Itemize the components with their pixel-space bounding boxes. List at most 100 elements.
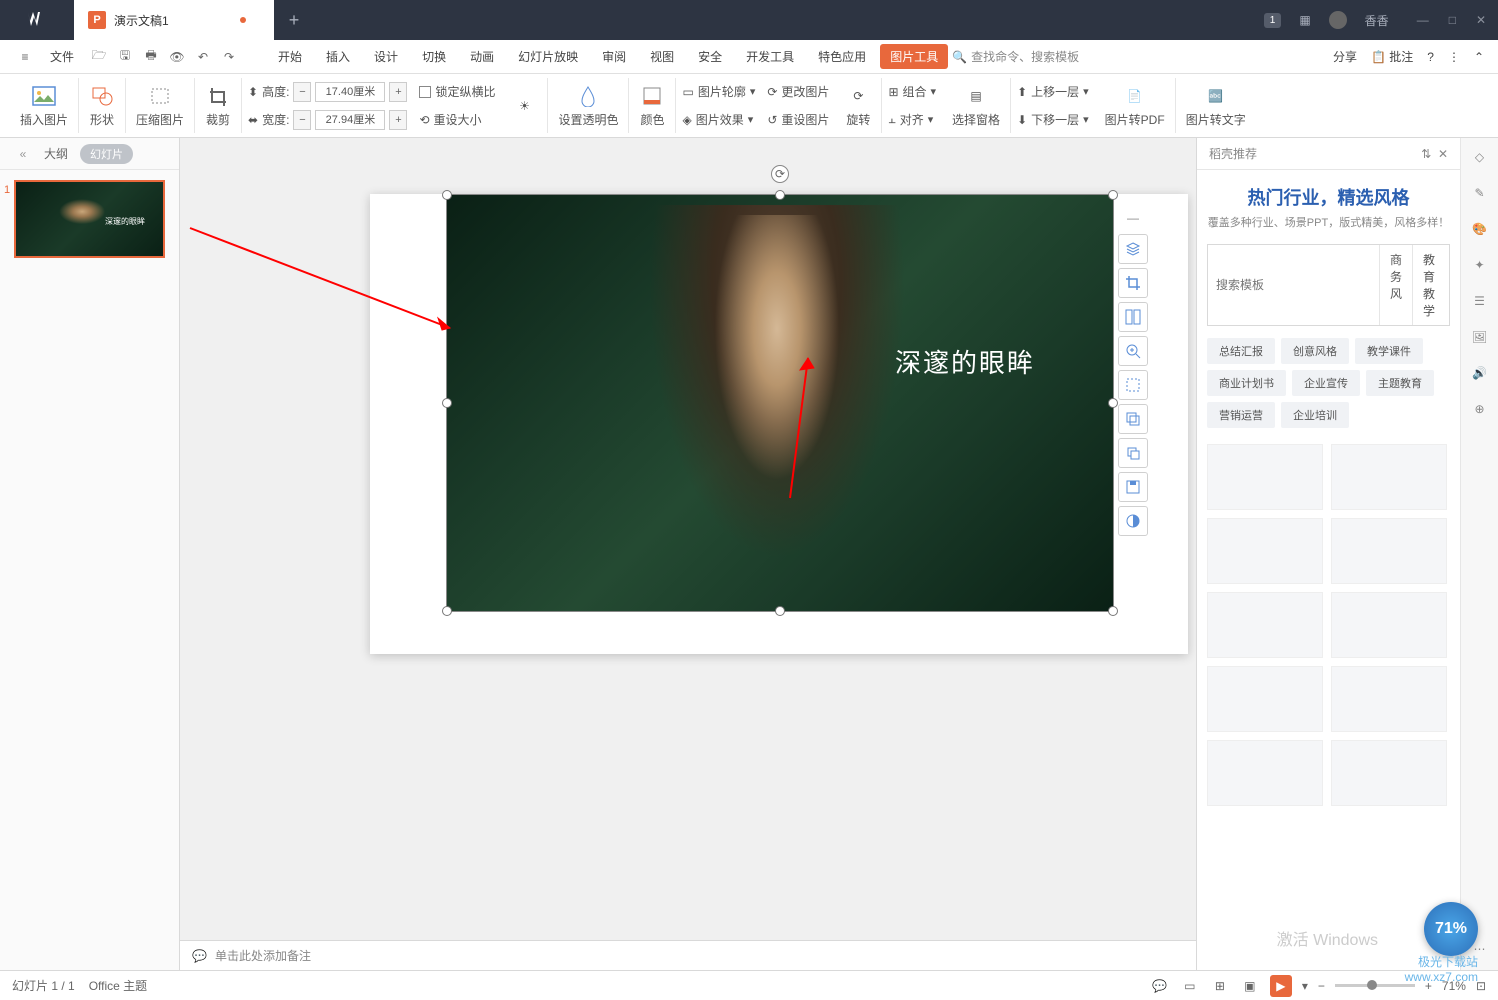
play-dropdown[interactable]: ▾ <box>1302 979 1308 993</box>
template-item[interactable] <box>1331 592 1447 658</box>
reset-picture[interactable]: ↺重设图片 <box>767 108 829 132</box>
panel-title[interactable]: 稻壳推荐 <box>1209 145 1257 162</box>
help-button[interactable]: ? <box>1427 50 1434 64</box>
undo-icon[interactable]: ↶ <box>192 46 214 68</box>
menu-file[interactable]: 文件 <box>40 44 84 69</box>
bring-forward[interactable]: ⬆上移一层 ▾ <box>1017 80 1089 104</box>
tag-4[interactable]: 企业宣传 <box>1292 370 1360 396</box>
print-icon[interactable]: 🖶 <box>140 46 162 68</box>
width-input[interactable]: 27.94厘米 <box>315 110 385 130</box>
close-button[interactable]: ✕ <box>1476 13 1486 27</box>
group-compress[interactable]: 压缩图片 <box>126 78 195 133</box>
float-zoom[interactable] <box>1118 336 1148 366</box>
notes-toggle[interactable]: 💬 <box>1150 976 1170 996</box>
menu-animation[interactable]: 动画 <box>460 44 504 69</box>
document-tab[interactable]: P 演示文稿1 <box>74 0 274 40</box>
tag-5[interactable]: 主题教育 <box>1366 370 1434 396</box>
resize-handle-bl[interactable] <box>442 606 452 616</box>
print-preview-icon[interactable]: 👁 <box>166 46 188 68</box>
resize-handle-tc[interactable] <box>775 190 785 200</box>
group-crop[interactable]: 裁剪 <box>195 78 242 133</box>
template-item[interactable] <box>1331 666 1447 732</box>
slideshow-button[interactable]: ▶ <box>1270 975 1292 997</box>
ribbon-options-icon[interactable]: ⋮ <box>1448 50 1460 64</box>
side-new[interactable]: ◇ <box>1469 146 1491 168</box>
width-decrease[interactable]: − <box>293 110 311 130</box>
save-icon[interactable]: 🖫 <box>114 46 136 68</box>
width-increase[interactable]: + <box>389 110 407 130</box>
resize-handle-mr[interactable] <box>1108 398 1118 408</box>
menu-view[interactable]: 视图 <box>640 44 684 69</box>
change-picture[interactable]: ⟳更改图片 <box>767 80 829 104</box>
height-input[interactable]: 17.40厘米 <box>315 82 385 102</box>
tag-1[interactable]: 创意风格 <box>1281 338 1349 364</box>
group-transparency[interactable]: 设置透明色 <box>548 78 629 133</box>
hamburger-icon[interactable]: ≡ <box>14 46 36 68</box>
normal-view[interactable]: ▭ <box>1180 976 1200 996</box>
template-item[interactable] <box>1207 666 1323 732</box>
lock-ratio[interactable]: 锁定纵横比 <box>419 80 495 104</box>
group-brightness[interactable]: ☀ <box>501 78 548 133</box>
float-save[interactable] <box>1118 472 1148 502</box>
float-collapse[interactable]: — <box>1118 206 1148 230</box>
zoom-slider[interactable] <box>1335 984 1415 987</box>
group-selection-pane[interactable]: ▤ 选择窗格 <box>942 78 1011 133</box>
side-image[interactable]: 🖼 <box>1469 326 1491 348</box>
redo-icon[interactable]: ↷ <box>218 46 240 68</box>
tag-6[interactable]: 营销运营 <box>1207 402 1275 428</box>
menu-devtools[interactable]: 开发工具 <box>736 44 804 69</box>
collapse-ribbon-icon[interactable]: ⌃ <box>1474 50 1484 64</box>
picture-effect[interactable]: ◈图片效果 ▾ <box>682 108 755 132</box>
template-item[interactable] <box>1207 518 1323 584</box>
group-btn[interactable]: ⊞组合 ▾ <box>888 80 936 104</box>
side-animation[interactable]: ✦ <box>1469 254 1491 276</box>
slides-tab[interactable]: 幻灯片 <box>80 144 133 164</box>
side-style[interactable]: ✎ <box>1469 182 1491 204</box>
resize-handle-ml[interactable] <box>442 398 452 408</box>
height-increase[interactable]: + <box>389 82 407 102</box>
collapse-panel-icon[interactable]: « <box>14 147 32 161</box>
reading-view[interactable]: ▣ <box>1240 976 1260 996</box>
resize-handle-br[interactable] <box>1108 606 1118 616</box>
template-search-input[interactable] <box>1208 245 1379 325</box>
maximize-button[interactable]: □ <box>1449 13 1456 27</box>
align-btn[interactable]: ⫠对齐 ▾ <box>888 108 936 132</box>
group-insert-picture[interactable]: 插入图片 <box>10 78 79 133</box>
float-duplicate[interactable] <box>1118 438 1148 468</box>
menu-picture-tools[interactable]: 图片工具 <box>880 44 948 69</box>
menu-insert[interactable]: 插入 <box>316 44 360 69</box>
template-item[interactable] <box>1207 592 1323 658</box>
notes-area[interactable]: 💬 单击此处添加备注 <box>180 940 1196 970</box>
tag-7[interactable]: 企业培训 <box>1281 402 1349 428</box>
user-name[interactable]: 香香 <box>1365 12 1389 29</box>
template-item[interactable] <box>1207 444 1323 510</box>
chip-business[interactable]: 商务风 <box>1379 245 1412 325</box>
resize-handle-tl[interactable] <box>442 190 452 200</box>
menu-design[interactable]: 设计 <box>364 44 408 69</box>
notification-badge[interactable]: 1 <box>1264 13 1282 28</box>
side-sync[interactable]: ⊕ <box>1469 398 1491 420</box>
template-item[interactable] <box>1331 518 1447 584</box>
canvas[interactable]: ⟳ 深邃的眼眸 — <box>180 138 1196 970</box>
zoom-out[interactable]: − <box>1318 979 1325 993</box>
resize-handle-bc[interactable] <box>775 606 785 616</box>
resize-handle-tr[interactable] <box>1108 190 1118 200</box>
group-shape[interactable]: 形状 <box>79 78 126 133</box>
rotate-handle[interactable]: ⟳ <box>771 165 789 183</box>
menu-slideshow[interactable]: 幻灯片放映 <box>508 44 588 69</box>
panel-settings-icon[interactable]: ⇅ <box>1421 147 1431 161</box>
tag-0[interactable]: 总结汇报 <box>1207 338 1275 364</box>
reset-size[interactable]: ⟲重设大小 <box>419 108 495 132</box>
wps-logo[interactable] <box>0 0 74 40</box>
float-crop[interactable] <box>1118 268 1148 298</box>
minimize-button[interactable]: — <box>1417 13 1429 27</box>
group-color[interactable]: 颜色 <box>629 78 676 133</box>
template-item[interactable] <box>1207 740 1323 806</box>
open-icon[interactable]: 🗁 <box>88 46 110 68</box>
apps-icon[interactable]: ▦ <box>1299 13 1310 27</box>
menu-special[interactable]: 特色应用 <box>808 44 876 69</box>
float-copy[interactable] <box>1118 404 1148 434</box>
comment-button[interactable]: 📋 批注 <box>1371 48 1413 65</box>
template-item[interactable] <box>1331 444 1447 510</box>
picture-outline[interactable]: ▭图片轮廓 ▾ <box>682 80 755 104</box>
